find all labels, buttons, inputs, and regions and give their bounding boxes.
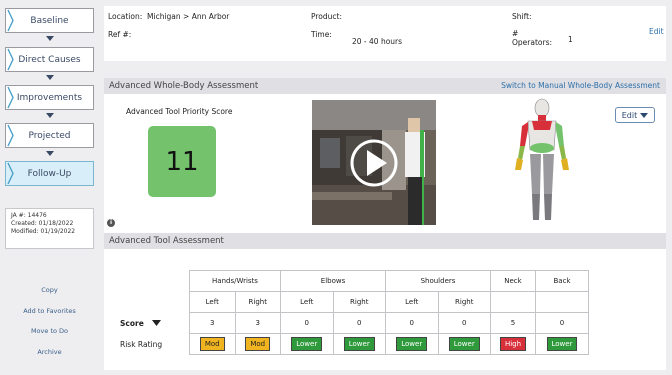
location-field: Location: Michigan > Ann Arbor (108, 12, 229, 21)
score-cell: 0 (385, 312, 439, 334)
risk-table: Hands/Wrists Elbows Shoulders Neck Back … (114, 270, 589, 355)
group-back: Back (535, 270, 589, 292)
score-cell: 0 (535, 312, 589, 334)
score-cell: 0 (280, 312, 334, 334)
workplace-video-image (312, 100, 436, 225)
step-arrow-icon (46, 113, 54, 118)
risk-rating-label: Risk Rating (120, 339, 163, 349)
risk-badge: Lower (448, 337, 480, 351)
score-label: Score (120, 318, 144, 328)
risk-badge: High (499, 337, 527, 351)
step-direct-causes[interactable]: Direct Causes (5, 47, 94, 72)
body-diagram-image (515, 98, 569, 220)
ref-label: Ref #: (108, 30, 132, 39)
body-risk-figure (510, 98, 574, 226)
chevron-right-icon (7, 86, 14, 109)
step-arrow-icon (46, 36, 54, 41)
switch-manual-link[interactable]: Switch to Manual Whole-Body Assessment (501, 81, 660, 90)
table-header-sides: Left Right Left Right Left Right (114, 291, 589, 313)
score-row-toggle[interactable]: Score (114, 313, 190, 334)
step-follow-up[interactable]: Follow-Up (5, 161, 94, 186)
copy-link[interactable]: Copy (5, 286, 94, 294)
step-label: Direct Causes (18, 54, 81, 65)
move-to-do-link[interactable]: Move to Do (5, 327, 94, 335)
tool-section-bar: Advanced Tool Assessment (104, 233, 666, 249)
step-label: Improvements (16, 92, 83, 103)
step-projected[interactable]: Projected (5, 123, 94, 148)
table-header-groups: Hands/Wrists Elbows Shoulders Neck Back (114, 270, 589, 292)
chevron-down-icon (640, 112, 649, 118)
location-value: Michigan > Ann Arbor (147, 12, 230, 21)
score-cell: 0 (332, 312, 386, 334)
table-row-score: Score 3 3 0 0 0 0 5 0 (114, 312, 589, 334)
whole-body-section-bar: Advanced Whole-Body Assessment Switch to… (104, 78, 666, 94)
operators-value: 1 (568, 35, 573, 44)
location-label: Location: (108, 12, 143, 21)
side-left: Left (280, 291, 334, 313)
chevron-right-icon (7, 9, 14, 32)
modified-date: Modified: 01/19/2022 (11, 228, 76, 235)
group-elbows: Elbows (280, 270, 386, 292)
whole-body-title: Advanced Whole-Body Assessment (109, 81, 259, 91)
add-to-favorites-link[interactable]: Add to Favorites (5, 307, 94, 315)
video-thumbnail[interactable] (312, 100, 436, 225)
edit-button-label: Edit (621, 110, 638, 120)
group-neck: Neck (490, 270, 536, 292)
step-improvements[interactable]: Improvements (5, 85, 94, 110)
priority-score-box: 11 (148, 126, 216, 197)
chevron-right-icon (7, 162, 14, 185)
time-label: Time: (311, 30, 332, 39)
archive-link[interactable]: Archive (5, 348, 94, 356)
side-right: Right (437, 291, 491, 313)
operators-hash: # (512, 29, 519, 38)
priority-score-value: 11 (165, 146, 199, 177)
tool-assessment-title: Advanced Tool Assessment (109, 236, 224, 246)
risk-badge: Mod (199, 337, 225, 351)
score-cell: 0 (437, 312, 491, 334)
chevron-right-icon (7, 48, 14, 71)
risk-badge: Lower (546, 337, 578, 351)
side-right: Right (332, 291, 386, 313)
step-label: Baseline (30, 15, 69, 26)
step-arrow-icon (46, 151, 54, 156)
job-info-box: JA #: 14476 Created: 01/18/2022 Modified… (5, 208, 94, 249)
risk-badge: Mod (245, 337, 271, 351)
shift-label: Shift: (512, 12, 532, 21)
body-edit-button[interactable]: Edit (615, 107, 655, 123)
risk-badge: Lower (291, 337, 323, 351)
score-cell: 3 (234, 312, 281, 334)
step-arrow-icon (46, 75, 54, 80)
risk-badge: Lower (396, 337, 428, 351)
header-edit-link[interactable]: Edit (649, 27, 664, 36)
operators-label: Operators: (512, 38, 553, 47)
info-icon[interactable]: i (107, 219, 115, 227)
created-date: Created: 01/18/2022 (11, 220, 74, 227)
group-hands-wrists: Hands/Wrists (189, 270, 281, 292)
group-shoulders: Shoulders (385, 270, 491, 292)
side-left: Left (189, 291, 236, 313)
score-cell: 5 (490, 312, 536, 334)
score-cell: 3 (189, 312, 236, 334)
step-baseline[interactable]: Baseline (5, 8, 94, 33)
step-label: Projected (28, 130, 71, 141)
priority-score-label: Advanced Tool Priority Score (126, 107, 233, 116)
caret-down-icon (152, 319, 162, 326)
step-label: Follow-Up (27, 168, 72, 179)
side-left: Left (385, 291, 439, 313)
side-right: Right (234, 291, 281, 313)
time-value: 20 - 40 hours (352, 37, 403, 46)
ja-number: JA #: 14476 (11, 212, 47, 219)
table-row-risk: Risk Rating Mod Mod Lower Lower Lower Lo… (114, 333, 589, 355)
product-label: Product: (311, 12, 343, 21)
chevron-right-icon (7, 124, 14, 147)
risk-badge: Lower (343, 337, 375, 351)
